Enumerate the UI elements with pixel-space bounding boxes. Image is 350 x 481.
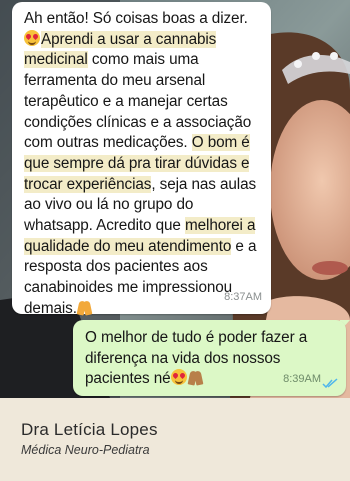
message-line: trocar experiências, seja nas aulas	[24, 175, 261, 196]
message-line: Aprendi a usar a cannabis	[24, 29, 261, 51]
message-line: terapêutico e a manejar certas	[24, 92, 261, 113]
double-check-read-icon	[322, 378, 338, 389]
outgoing-message-bubble[interactable]: O melhor de tudo é poder fazer a diferenç…	[73, 320, 346, 396]
message-text-segment: demais.	[24, 299, 77, 317]
message-text-segment: resposta dos pacientes aos	[24, 258, 208, 276]
highlighted-text: O bom é	[191, 134, 250, 152]
message-line: ao vivo ou lá no grupo do	[24, 195, 261, 216]
author-name: Dra Letícia Lopes	[21, 420, 158, 439]
message-text-segment: terapêutico e a manejar certas	[24, 92, 228, 110]
message-line: resposta dos pacientes aos	[24, 257, 261, 278]
message-line: Ah então! Só coisas boas a dizer.	[24, 9, 261, 30]
incoming-message-bubble[interactable]: Ah então! Só coisas boas a dizer. Aprendi…	[12, 2, 271, 317]
message-text-segment: e a	[231, 237, 257, 255]
highlighted-text: que sempre dá pra tirar dúvidas e	[24, 154, 250, 172]
praying-hands-emoji	[77, 300, 92, 315]
message-line: condições clínicas e a associação	[24, 113, 261, 134]
message-text-segment: , seja nas aulas	[151, 175, 257, 193]
message-text-segment: whatsapp. Acredito que	[24, 217, 185, 235]
highlighted-text: melhorei a	[184, 217, 256, 235]
message-text-segment: diferença na vida dos nossos	[85, 349, 281, 367]
incoming-message-text: Ah então! Só coisas boas a dizer. Aprendi…	[24, 9, 261, 320]
heart-eyes-emoji	[170, 369, 187, 386]
message-text-segment: O melhor de tudo é poder fazer a	[85, 329, 308, 346]
testimonial-footer: Dra Letícia Lopes Médica Neuro-Pediatra	[0, 398, 350, 481]
message-text-segment: Ah então! Só coisas boas a dizer.	[24, 10, 248, 27]
message-line: whatsapp. Acredito que melhorei a	[24, 216, 261, 237]
message-line: que sempre dá pra tirar dúvidas e	[24, 154, 261, 175]
praying-hands-dark-emoji	[188, 370, 203, 385]
highlighted-text: Aprendi a usar a cannabis	[41, 30, 217, 48]
message-line: diferença na vida dos nossos	[85, 349, 336, 370]
heart-eyes-emoji	[24, 29, 40, 46]
highlighted-text: medicinal	[24, 51, 88, 69]
message-line: medicinal como mais uma	[24, 50, 261, 71]
message-line: qualidade do meu atendimento e a	[24, 237, 261, 258]
message-text-segment: ao vivo ou lá no grupo do	[24, 196, 194, 214]
message-text-segment: ferramenta do meu arsenal	[24, 72, 206, 90]
incoming-message-time: 8:37AM	[224, 291, 262, 304]
message-text-segment: condições clínicas e a associação	[24, 113, 252, 131]
author-role: Médica Neuro-Pediatra	[21, 443, 150, 457]
message-line: ferramenta do meu arsenal	[24, 71, 261, 92]
message-text-segment: como mais uma	[87, 51, 199, 69]
message-line: O melhor de tudo é poder fazer a	[85, 328, 336, 349]
highlighted-text: qualidade do meu atendimento	[24, 237, 232, 255]
message-text-segment: com outras medicações.	[24, 134, 192, 152]
message-text-segment: pacientes né	[85, 370, 171, 388]
highlighted-text: trocar experiências	[24, 175, 152, 193]
message-text-segment: canabinoides me impressionou	[24, 279, 233, 297]
outgoing-message-time: 8:39AM	[283, 373, 321, 386]
message-line: com outras medicações. O bom é	[24, 133, 261, 154]
